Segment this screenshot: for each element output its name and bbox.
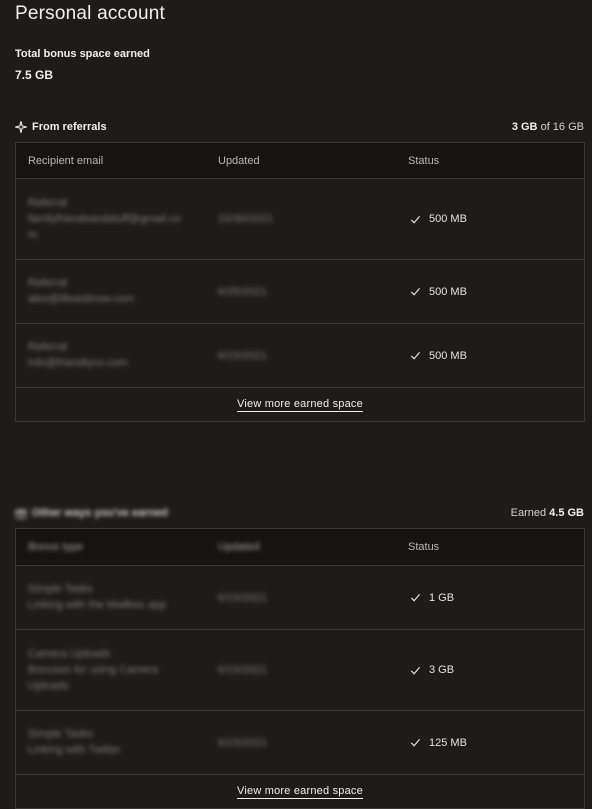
bonus-description: Linking with the Mailbox app [28, 599, 167, 611]
recipient-cell: Referral familyfriendsandstuff@gmail.co … [16, 194, 206, 245]
status-cell: 500 MB [396, 350, 467, 362]
other-earned-table: Bonus type Updated Status Simple Tasks L… [15, 528, 585, 809]
referral-email: alex@lifeasitnow.com [28, 293, 134, 305]
column-header-updated: Updated [218, 154, 260, 167]
column-header-updated: Updated [218, 541, 260, 553]
updated-date: 6/15/2021 [218, 349, 267, 362]
view-more-earned-space-link[interactable]: View more earned space [237, 785, 363, 799]
bonus-name: Camera Uploads [28, 647, 111, 660]
other-earned-value: 4.5 GB [549, 507, 584, 519]
referral-name: Referral [28, 277, 68, 289]
bonus-name: Simple Tasks [28, 583, 93, 595]
updated-date: 6/25/2021 [218, 285, 267, 298]
table-row[interactable]: Camera Uploads Bonuses for using Camera … [16, 630, 584, 711]
referral-email: familyfriendsandstuff@gmail.co [28, 212, 181, 225]
sparkle-icon [15, 121, 27, 133]
status-value: 3 GB [429, 664, 455, 676]
total-bonus-value: 7.5 GB [15, 68, 54, 82]
updated-date: 6/15/2021 [218, 736, 267, 749]
other-earned-header: Other ways you've earned Earned 4.5 GB [15, 505, 584, 521]
table-row[interactable]: Referral familyfriendsandstuff@gmail.co … [16, 179, 584, 260]
page-title: Personal account [15, 3, 166, 24]
table-header: Bonus type Updated Status [16, 529, 584, 566]
bonus-description: Bonuses for using Camera [28, 663, 159, 676]
referral-email-cont: m [28, 228, 38, 241]
table-header: Recipient email Updated Status [16, 143, 584, 179]
referrals-title: From referrals [32, 121, 107, 133]
status-value: 500 MB [429, 349, 467, 362]
status-cell: 1 GB [396, 592, 454, 604]
checkmark-icon [410, 215, 421, 224]
recipient-cell: Referral alex@lifeasitnow.com [16, 274, 206, 309]
column-header-status: Status [408, 154, 440, 167]
status-cell: 3 GB [396, 664, 454, 676]
bonus-description: Linking with Twitter [28, 744, 121, 756]
column-header-status: Status [408, 541, 440, 553]
referrals-earned: 3 GB [511, 121, 538, 133]
checkmark-icon [410, 666, 421, 675]
view-more-earned-space-link[interactable]: View more earned space [237, 398, 363, 412]
total-bonus-label: Total bonus space earned [15, 48, 150, 60]
other-earned-label: Earned [510, 507, 550, 519]
bonus-type-cell: Camera Uploads Bonuses for using Camera … [16, 645, 206, 696]
referral-email: info@friendlyco.com [28, 357, 128, 369]
referrals-header: From referrals 3 GB of 16 GB [15, 119, 584, 135]
checkmark-icon [410, 593, 421, 602]
table-row[interactable]: Simple Tasks Linking with the Mailbox ap… [16, 566, 584, 630]
table-row[interactable]: Simple Tasks Linking with Twitter 6/15/2… [16, 711, 584, 775]
status-value: 1 GB [429, 591, 455, 604]
referral-name: Referral [28, 341, 68, 353]
table-row[interactable]: Referral alex@lifeasitnow.com 6/25/2021 … [16, 260, 584, 324]
gift-icon [15, 509, 27, 519]
referral-name: Referral [28, 196, 68, 209]
referrals-summary: 3 GB of 16 GB [512, 121, 584, 133]
status-cell: 125 MB [396, 737, 467, 749]
updated-date: 6/15/2021 [218, 664, 267, 676]
column-header-recipient: Recipient email [28, 154, 104, 167]
other-earned-title: Other ways you've earned [32, 507, 168, 519]
status-cell: 500 MB [396, 286, 467, 298]
bonus-type-cell: Simple Tasks Linking with the Mailbox ap… [16, 580, 206, 615]
bonus-type-cell: Simple Tasks Linking with Twitter [16, 725, 206, 760]
recipient-cell: Referral info@friendlyco.com [16, 338, 206, 373]
status-cell: 500 MB [396, 213, 467, 225]
updated-date: 10/30/2021 [218, 213, 274, 225]
table-footer: View more earned space [16, 388, 584, 421]
bonus-name: Simple Tasks [28, 728, 93, 740]
checkmark-icon [410, 287, 421, 296]
table-row[interactable]: Referral info@friendlyco.com 6/15/2021 5… [16, 324, 584, 388]
bonus-description-cont: Uploads [28, 679, 69, 692]
checkmark-icon [410, 738, 421, 747]
status-value: 500 MB [429, 213, 467, 225]
referrals-total: of 16 GB [537, 121, 584, 133]
status-value: 500 MB [429, 285, 467, 298]
referrals-table: Recipient email Updated Status Referral … [15, 142, 585, 422]
other-earned-summary: Earned 4.5 GB [511, 507, 584, 519]
column-header-bonus-type: Bonus type [28, 541, 84, 553]
table-footer: View more earned space [16, 775, 584, 808]
status-value: 125 MB [429, 736, 467, 749]
checkmark-icon [410, 351, 421, 360]
updated-date: 6/15/2021 [218, 591, 267, 604]
